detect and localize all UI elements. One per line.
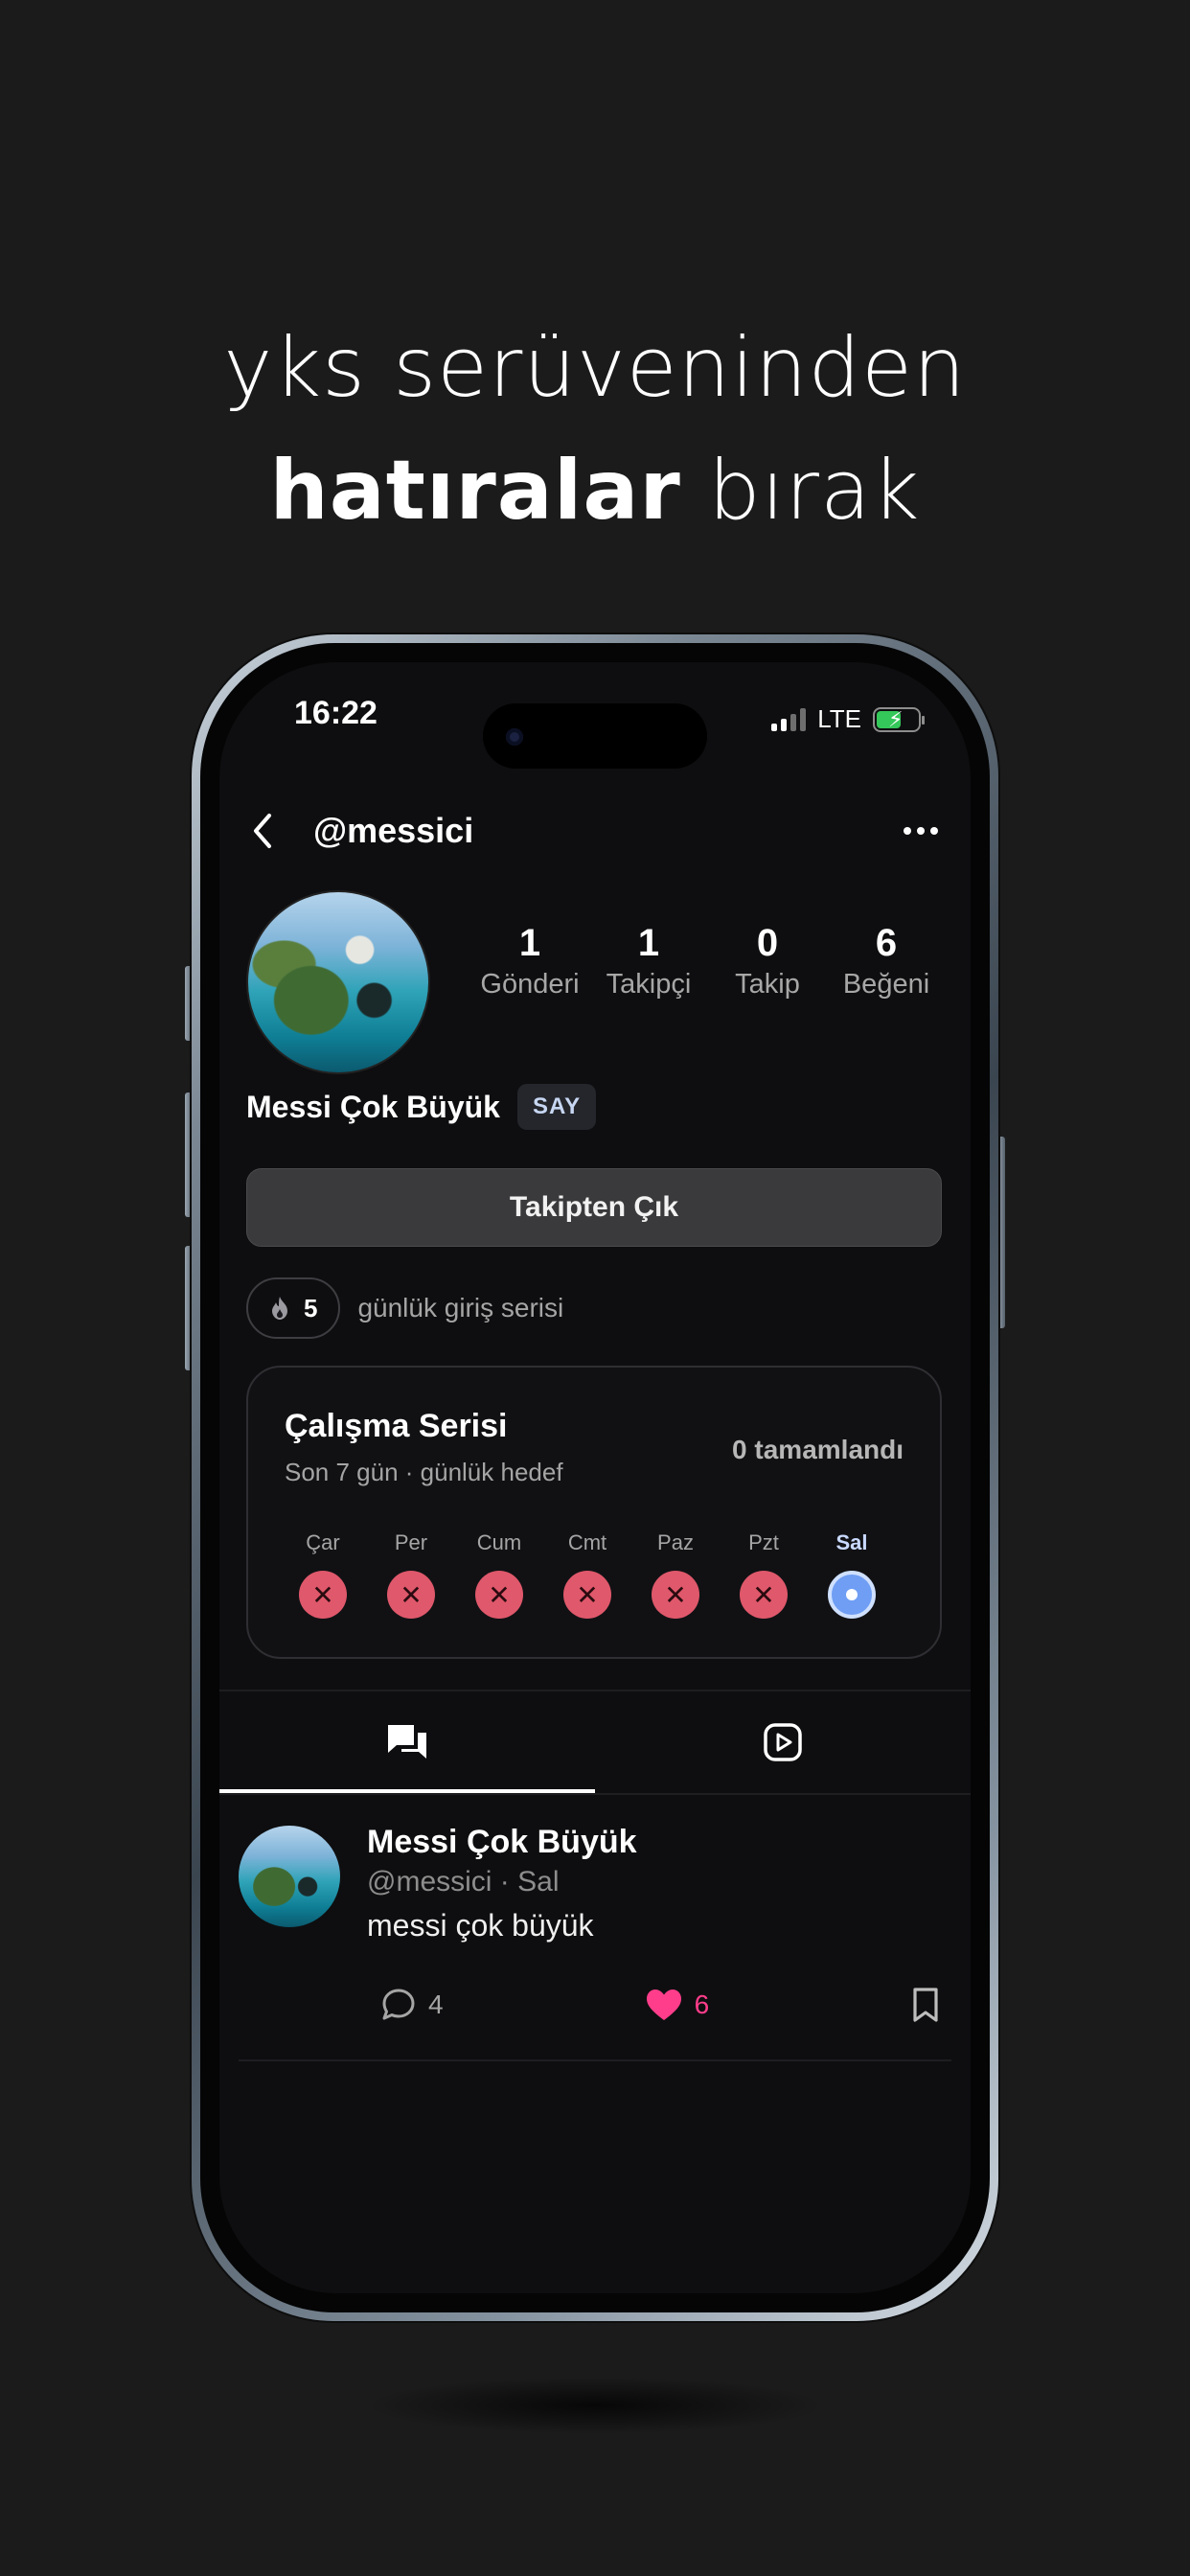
heart-icon: [646, 1990, 681, 2020]
tab-posts[interactable]: [219, 1691, 595, 1793]
card-subtitle: Son 7 gün · günlük hedef: [285, 1458, 563, 1486]
app-screen: 16:22 LTE ⚡ @messici 1 Gönderi 1 Takipçi…: [219, 662, 971, 2293]
stat-label: Takipçi: [606, 969, 692, 1000]
today-dot-icon: [828, 1571, 876, 1619]
day-item: Çar ✕: [279, 1530, 367, 1619]
signal-icon: [771, 707, 807, 731]
stat-likes[interactable]: 6 Beğeni: [827, 921, 946, 1003]
promo-headline: yks serüveninden hatıralar bırak: [0, 307, 1190, 552]
week-days: Çar ✕ Per ✕ Cum ✕ Cmt ✕ Paz ✕ Pzt ✕ Sal: [279, 1530, 896, 1619]
profile-stats: 1 Gönderi 1 Takipçi 0 Takip 6 Beğeni: [470, 921, 946, 1003]
network-label: LTE: [817, 704, 861, 733]
profile-name-row: Messi Çok Büyük SAY: [246, 1084, 597, 1130]
stat-label: Gönderi: [480, 969, 580, 1000]
headline-bold-word: hatıralar: [269, 443, 681, 539]
phone-bezel: 16:22 LTE ⚡ @messici 1 Gönderi 1 Takipçi…: [200, 643, 990, 2312]
stat-following[interactable]: 0 Takip: [708, 921, 827, 1003]
missed-icon: ✕: [652, 1571, 699, 1619]
video-play-icon: [764, 1723, 802, 1761]
stat-value: 1: [518, 922, 541, 964]
camera-icon: [506, 728, 523, 746]
back-icon[interactable]: [252, 812, 290, 850]
post-item[interactable]: Messi Çok Büyük @messici · Sal messi çok…: [239, 1795, 951, 2061]
post-text: messi çok büyük: [367, 1908, 594, 1943]
status-time: 16:22: [294, 695, 378, 731]
streak-count: 5: [304, 1293, 318, 1322]
stat-value: 1: [637, 922, 660, 964]
comment-icon: [382, 1989, 415, 2020]
day-label: Çar: [306, 1530, 340, 1554]
unfollow-button[interactable]: Takipten Çık: [246, 1168, 942, 1247]
stat-followers[interactable]: 1 Takipçi: [589, 921, 708, 1003]
missed-icon: ✕: [387, 1571, 435, 1619]
post-actions: 4 6: [367, 1981, 940, 2029]
posts-chat-icon: [388, 1725, 426, 1759]
header-username: @messici: [313, 811, 474, 850]
day-item: Per ✕: [367, 1530, 455, 1619]
battery-icon: ⚡: [873, 706, 925, 732]
tab-videos[interactable]: [595, 1691, 971, 1793]
profile-header: @messici: [252, 802, 938, 860]
status-indicators: LTE ⚡: [771, 704, 925, 734]
bookmark-icon: [913, 1988, 938, 2022]
phone-shadow: [364, 2377, 826, 2434]
day-item: Pzt ✕: [720, 1530, 808, 1619]
stat-value: 0: [756, 922, 779, 964]
avatar[interactable]: [239, 1826, 340, 1927]
more-options-icon[interactable]: [904, 827, 938, 835]
headline-line-1: yks serüveninden: [223, 320, 967, 416]
day-item: Paz ✕: [631, 1530, 720, 1619]
day-label: Paz: [657, 1530, 694, 1554]
day-label: Cmt: [567, 1530, 607, 1554]
day-item: Cum ✕: [455, 1530, 543, 1619]
dynamic-island: [483, 703, 707, 769]
day-item: Cmt ✕: [543, 1530, 631, 1619]
post-author[interactable]: Messi Çok Büyük: [367, 1824, 637, 1861]
missed-icon: ✕: [299, 1571, 347, 1619]
stat-label: Takip: [735, 969, 800, 1000]
like-button[interactable]: 6: [645, 1988, 710, 2022]
comment-count: 4: [428, 1990, 444, 2019]
missed-icon: ✕: [475, 1571, 523, 1619]
day-label: Cum: [476, 1530, 522, 1554]
display-name: Messi Çok Büyük: [246, 1089, 500, 1124]
comment-button[interactable]: 4: [380, 1987, 444, 2023]
missed-icon: ✕: [563, 1571, 611, 1619]
day-item: Sal: [808, 1530, 896, 1619]
login-streak: 5 günlük giriş serisi: [246, 1277, 563, 1339]
day-label: Per: [394, 1530, 428, 1554]
headline-line-2: hatıralar bırak: [0, 429, 1190, 552]
card-title: Çalışma Serisi: [285, 1408, 508, 1444]
headline-rest: bırak: [680, 443, 921, 539]
phone-frame: 16:22 LTE ⚡ @messici 1 Gönderi 1 Takipçi…: [192, 634, 998, 2321]
streak-badge[interactable]: 5: [246, 1277, 341, 1339]
stat-label: Beğeni: [842, 969, 930, 1000]
bookmark-button[interactable]: [911, 1987, 940, 2023]
missed-icon: ✕: [740, 1571, 788, 1619]
profile-tabs: [219, 1691, 971, 1793]
study-streak-card: Çalışma Serisi Son 7 gün · günlük hedef …: [246, 1366, 942, 1659]
flame-icon: [272, 1297, 287, 1320]
day-label: Pzt: [748, 1530, 779, 1554]
stat-posts[interactable]: 1 Gönderi: [470, 921, 589, 1003]
power-button: [997, 1137, 1005, 1328]
avatar[interactable]: [246, 890, 430, 1074]
day-label: Sal: [835, 1530, 868, 1554]
completed-count: 0 tamamlandı: [732, 1435, 904, 1464]
streak-label: günlük giriş serisi: [357, 1293, 564, 1322]
stat-value: 6: [875, 922, 898, 964]
field-badge: SAY: [516, 1084, 597, 1130]
like-count: 6: [694, 1990, 710, 2019]
post-meta: @messici · Sal: [367, 1866, 560, 1898]
